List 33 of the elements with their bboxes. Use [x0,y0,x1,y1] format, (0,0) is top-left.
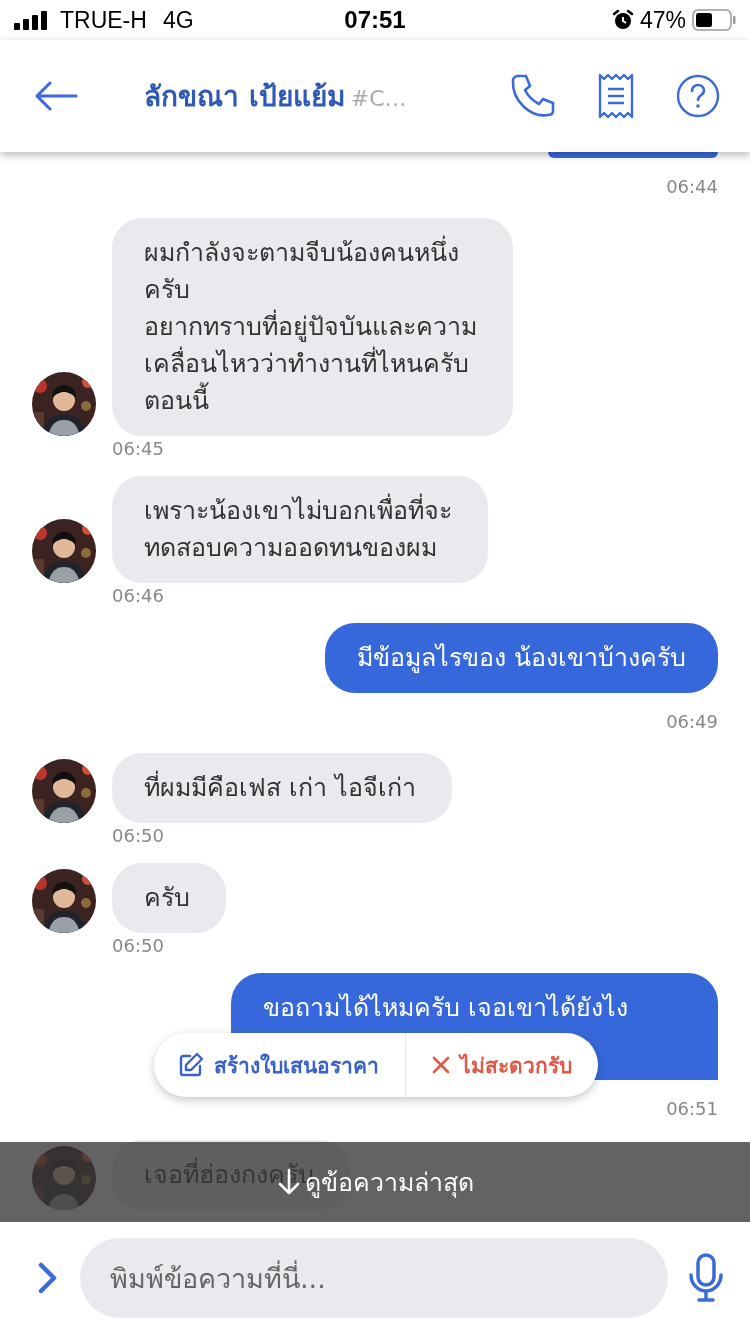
alarm-clock-icon [611,9,634,31]
message-time: 06:50 [112,825,165,847]
battery-icon [692,9,736,31]
carrier-name: TRUE-H [60,6,147,34]
voice-button[interactable] [688,1253,724,1303]
message-bubble: ที่ผมมีคือเฟส เก่า ไอจีเก่า [112,753,452,823]
clock-time: 07:51 [344,6,406,34]
message-bubble: เพราะน้องเขาไม่บอกเพื่อที่จะ ทดสอบความออดทนของผม [112,476,488,583]
contact-tag: #C… [350,86,407,111]
battery-percent: 47% [639,6,686,34]
message-time: 06:44 [666,176,718,198]
message-time: 06:45 [112,438,165,460]
message-time: 06:49 [666,711,718,733]
message-bubble: ผมกำลังจะตามจีบน้องคนหนึ่ง ครับ อยากทราบที่อยู่ปัจบันและความ เคลื่อนไหวว่าทำงานที่ไหนครับ ตอนนี้ [112,218,513,436]
microphone-icon [688,1253,724,1303]
edit-icon [178,1052,204,1078]
receipt-icon [598,73,634,119]
message-bubble: มีข้อมูลไรของ น้องเขาบ้างครับ [325,623,718,693]
message-bubble: ครับ [112,863,226,933]
network-type: 4G [162,6,194,34]
message-time: 06:50 [112,935,165,957]
help-icon [676,74,720,118]
phone-icon [510,73,556,119]
message-input[interactable]: พิมพ์ข้อความที่นี่... [80,1238,668,1318]
close-icon [432,1056,450,1074]
contact-name: ลักขณา เป้ยแย้ม [144,79,345,115]
help-button[interactable] [676,74,720,118]
call-button[interactable] [510,73,556,119]
back-button[interactable] [34,81,78,111]
message-time: 06:51 [666,1098,718,1120]
message-time: 06:46 [112,585,165,607]
back-arrow-icon [34,81,78,111]
receipt-button[interactable] [598,73,634,119]
